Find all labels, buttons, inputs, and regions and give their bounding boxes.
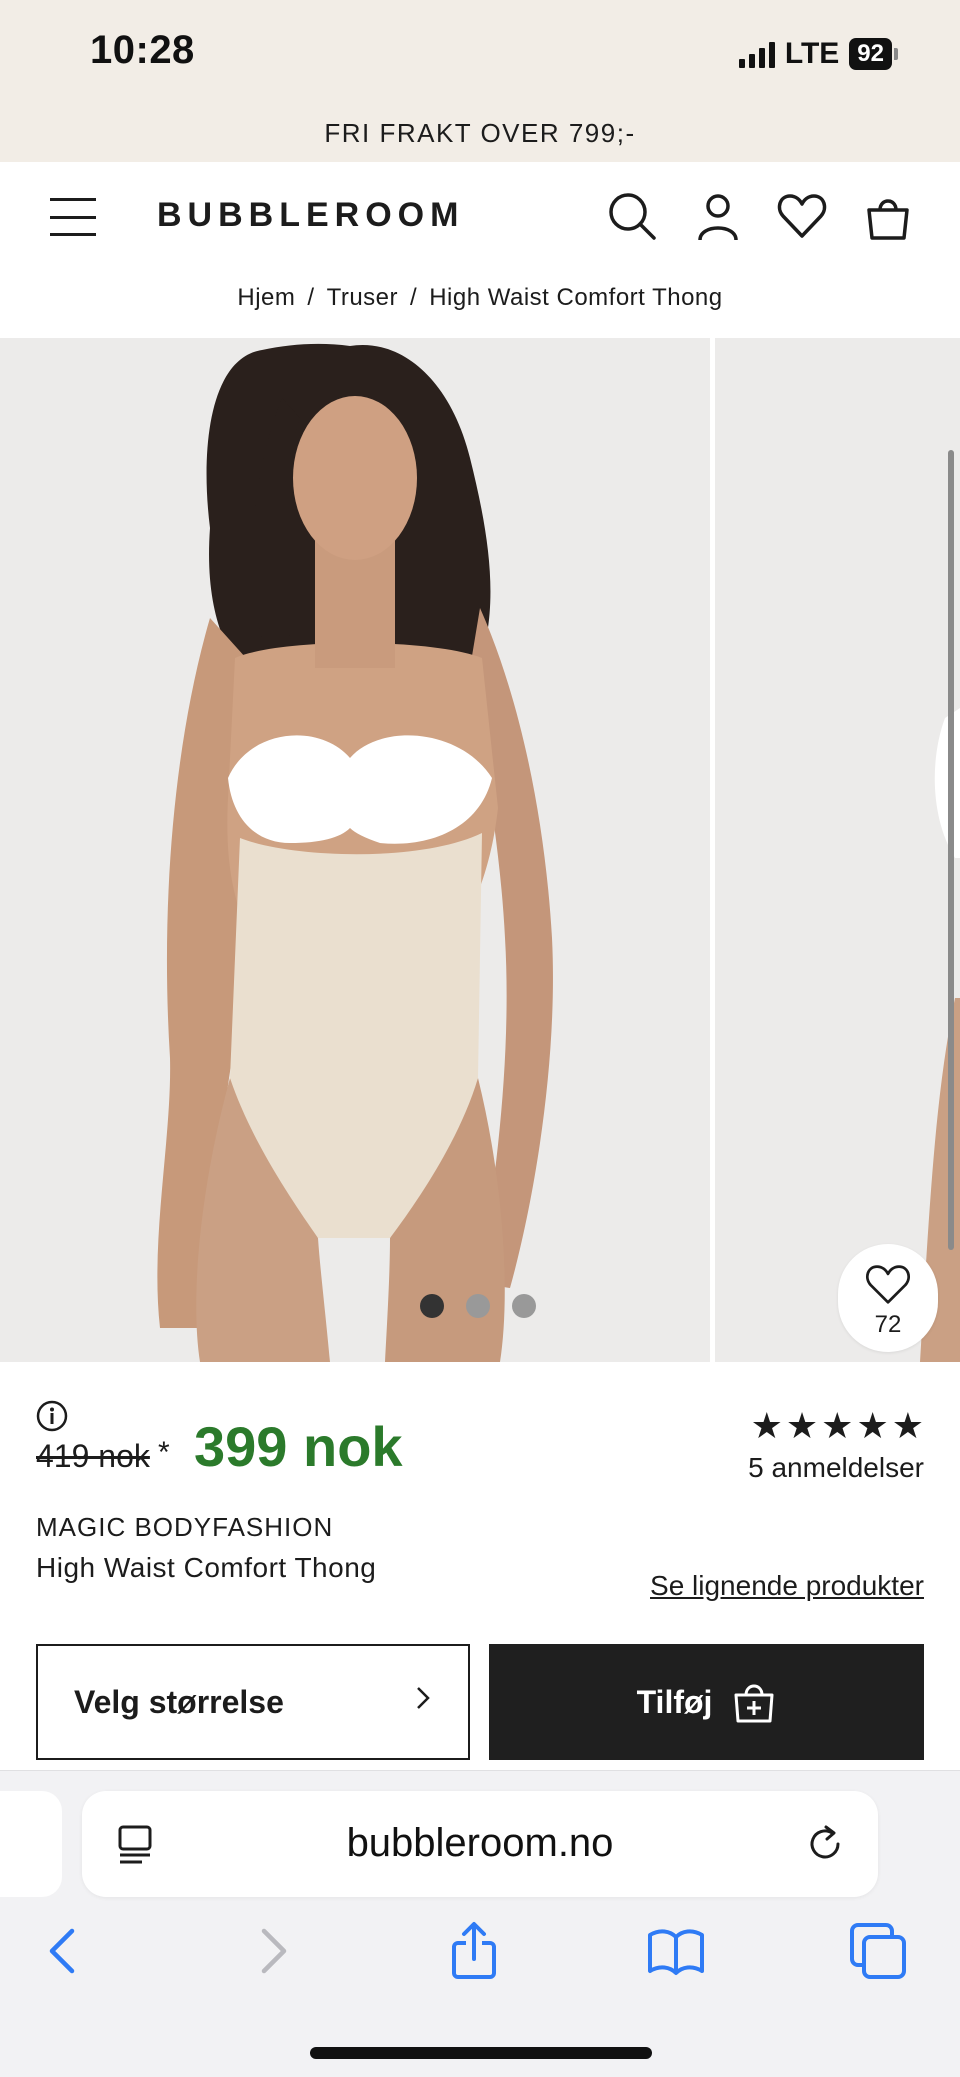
- status-indicators: LTE 92: [738, 36, 898, 72]
- review-count[interactable]: 5 anmeldelser: [748, 1452, 924, 1484]
- product-name: High Waist Comfort Thong: [36, 1552, 377, 1583]
- next-product-image[interactable]: [715, 338, 960, 1362]
- select-size-button[interactable]: Velg størrelse: [36, 1644, 470, 1760]
- breadcrumb-home[interactable]: Hjem: [237, 284, 295, 312]
- gallery-dot[interactable]: [512, 1294, 536, 1318]
- browser-toolbar: bubbleroom.no: [0, 1770, 960, 2077]
- back-icon[interactable]: [34, 1921, 94, 1981]
- status-time: 10:28: [90, 28, 195, 72]
- reload-icon[interactable]: [802, 1821, 848, 1867]
- star-icon: ★: [891, 1405, 924, 1446]
- add-bag-icon: [734, 1684, 774, 1723]
- gallery-dot[interactable]: [420, 1294, 444, 1318]
- promo-banner: FRI FRAKT OVER 799;-: [0, 106, 960, 162]
- cart-icon[interactable]: [862, 190, 914, 242]
- heart-icon: [866, 1265, 910, 1304]
- site-header: BUBBLEROOM: [0, 162, 960, 272]
- breadcrumb-separator: /: [410, 284, 418, 311]
- star-icon: ★: [856, 1405, 889, 1446]
- home-indicator[interactable]: [310, 2047, 652, 2059]
- star-icon: ★: [821, 1405, 854, 1446]
- search-icon[interactable]: [606, 190, 658, 242]
- gallery-dots[interactable]: [420, 1294, 536, 1318]
- favorite-count: 72: [874, 1311, 902, 1338]
- add-to-cart-button[interactable]: Tilføj: [489, 1644, 924, 1760]
- signal-icon: [738, 40, 775, 68]
- original-price: 419 nok: [36, 1438, 150, 1474]
- sale-price: 399 nok: [194, 1415, 403, 1478]
- breadcrumb-separator: /: [307, 284, 315, 311]
- add-to-cart-label: Tilføj: [636, 1683, 713, 1720]
- breadcrumb: Hjem / Truser / High Waist Comfort Thong: [0, 272, 960, 338]
- rating-stars[interactable]: ★ ★ ★ ★ ★: [751, 1408, 924, 1444]
- select-size-label: Velg størrelse: [74, 1683, 284, 1720]
- info-icon[interactable]: [36, 1400, 68, 1432]
- wishlist-icon[interactable]: [776, 190, 828, 242]
- star-icon: ★: [785, 1405, 819, 1446]
- product-gallery[interactable]: 72: [0, 338, 960, 1362]
- star-icon: ★: [750, 1405, 783, 1446]
- tabs-icon[interactable]: [848, 1921, 908, 1981]
- favorite-button[interactable]: 72: [838, 1244, 938, 1352]
- address-bar[interactable]: bubbleroom.no: [82, 1791, 878, 1897]
- menu-icon[interactable]: [50, 198, 98, 236]
- site-logo[interactable]: BUBBLEROOM: [157, 196, 464, 235]
- product-brand[interactable]: MAGIC BODYFASHION: [36, 1512, 333, 1543]
- battery-icon: 92: [849, 38, 898, 70]
- page-scrollbar[interactable]: [948, 450, 954, 1250]
- url-text: bubbleroom.no: [346, 1821, 614, 1865]
- network-type: LTE: [784, 37, 840, 70]
- breadcrumb-current: High Waist Comfort Thong: [429, 284, 723, 311]
- previous-tab[interactable]: [0, 1791, 62, 1897]
- status-bar: 10:28 LTE 92: [0, 0, 960, 106]
- breadcrumb-category[interactable]: Truser: [327, 284, 398, 312]
- forward-icon[interactable]: [242, 1921, 302, 1981]
- chevron-right-icon: [414, 1684, 432, 1720]
- gallery-dot[interactable]: [466, 1294, 490, 1318]
- share-icon[interactable]: [444, 1921, 504, 1981]
- similar-products-link[interactable]: Se lignende produkter: [650, 1570, 924, 1602]
- battery-level: 92: [849, 38, 892, 70]
- product-image[interactable]: [0, 338, 710, 1362]
- account-icon[interactable]: [692, 190, 744, 242]
- promo-text: FRI FRAKT OVER 799;-: [324, 118, 636, 148]
- price-asterisk: *: [158, 1436, 170, 1469]
- bookmarks-icon[interactable]: [646, 1921, 706, 1981]
